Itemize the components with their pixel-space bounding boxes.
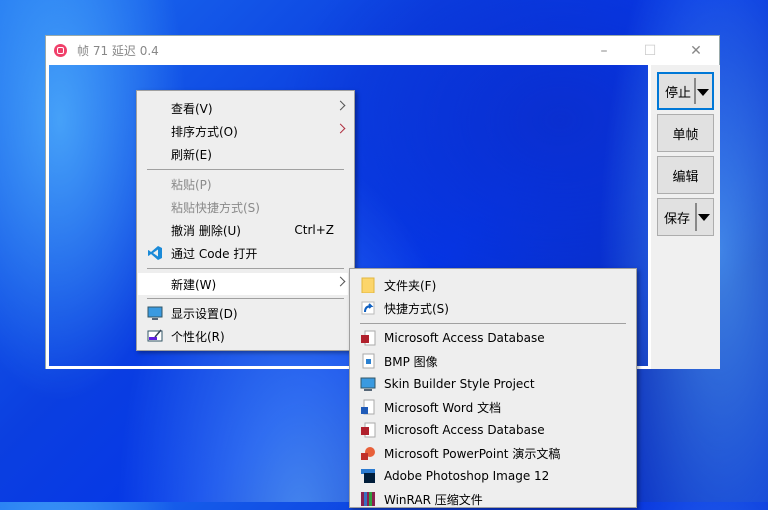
submenu-item-powerpoint[interactable]: Microsoft PowerPoint 演示文稿 <box>350 442 636 464</box>
submenu-item-folder[interactable]: 文件夹(F) <box>350 274 636 296</box>
menu-label: Adobe Photoshop Image 12 <box>384 469 550 483</box>
access-icon <box>361 330 376 346</box>
menu-label: Microsoft Word 文档 <box>384 400 502 415</box>
menu-separator <box>147 298 344 299</box>
menu-label: 通过 Code 打开 <box>171 246 258 261</box>
shortcut-text: Ctrl+Z <box>294 223 334 237</box>
access-icon <box>361 422 376 438</box>
menu-label: 文件夹(F) <box>384 278 437 293</box>
submenu-item-skin-builder[interactable]: Skin Builder Style Project <box>350 373 636 395</box>
folder-icon <box>361 277 375 293</box>
close-button[interactable]: ✕ <box>673 36 719 65</box>
new-submenu: 文件夹(F) 快捷方式(S) Microsoft Access Database… <box>349 268 637 508</box>
bmp-icon <box>362 353 375 369</box>
stop-label: 停止 <box>665 85 692 101</box>
split-divider <box>695 203 697 231</box>
menu-label: 新建(W) <box>171 277 217 292</box>
menu-separator <box>147 268 344 269</box>
menu-item-undo-delete[interactable]: 撤消 删除(U) Ctrl+Z <box>137 219 354 241</box>
menu-item-refresh[interactable]: 刷新(E) <box>137 143 354 165</box>
menu-label: Microsoft Access Database <box>384 331 545 345</box>
menu-label: 个性化(R) <box>171 329 225 344</box>
menu-label: BMP 图像 <box>384 354 438 369</box>
menu-item-new[interactable]: 新建(W) <box>138 273 348 295</box>
menu-label: 粘贴快捷方式(S) <box>171 200 260 215</box>
menu-item-view[interactable]: 查看(V) <box>137 97 354 119</box>
menu-label: 查看(V) <box>171 101 213 116</box>
vscode-icon <box>148 246 162 260</box>
menu-label: Microsoft Access Database <box>384 423 545 437</box>
menu-label: 排序方式(O) <box>171 124 238 139</box>
desktop-context-menu: 查看(V) 排序方式(O) 刷新(E) 粘贴(P) 粘贴快捷方式(S) 撤消 删… <box>136 90 355 351</box>
menu-label: 刷新(E) <box>171 147 212 162</box>
menu-item-sort[interactable]: 排序方式(O) <box>137 120 354 142</box>
personalize-icon <box>147 329 163 342</box>
stop-button[interactable]: 停止 <box>657 72 714 110</box>
title-bar[interactable]: 帧 71 延迟 0.4 – ☐ ✕ <box>46 36 719 65</box>
submenu-item-photoshop[interactable]: Adobe Photoshop Image 12 <box>350 465 636 487</box>
submenu-item-winrar[interactable]: WinRAR 压缩文件 <box>350 488 636 510</box>
display-icon <box>147 306 163 320</box>
split-divider <box>694 78 696 104</box>
edit-button[interactable]: 编辑 <box>657 156 714 194</box>
menu-label: Microsoft PowerPoint 演示文稿 <box>384 446 561 461</box>
chevron-right-icon <box>335 100 346 111</box>
shortcut-icon <box>361 301 375 315</box>
submenu-item-word[interactable]: Microsoft Word 文档 <box>350 396 636 418</box>
menu-label: Skin Builder Style Project <box>384 377 535 391</box>
dropdown-arrow-icon[interactable] <box>697 89 709 96</box>
photoshop-icon <box>361 469 375 483</box>
menu-label: 快捷方式(S) <box>384 301 449 316</box>
submenu-item-shortcut[interactable]: 快捷方式(S) <box>350 297 636 319</box>
single-frame-button[interactable]: 单帧 <box>657 114 714 152</box>
powerpoint-icon <box>361 447 375 460</box>
save-label: 保存 <box>664 211 691 227</box>
maximize-button[interactable]: ☐ <box>627 36 673 65</box>
submenu-item-access-2[interactable]: Microsoft Access Database <box>350 419 636 441</box>
monitor-icon <box>360 377 376 391</box>
menu-item-personalize[interactable]: 个性化(R) <box>137 325 354 347</box>
dropdown-arrow-icon[interactable] <box>698 214 710 221</box>
submenu-item-access[interactable]: Microsoft Access Database <box>350 327 636 349</box>
menu-label: 撤消 删除(U) <box>171 223 241 238</box>
winrar-icon <box>361 492 375 506</box>
menu-separator <box>360 323 626 324</box>
menu-label: 粘贴(P) <box>171 177 212 192</box>
chevron-right-icon <box>335 276 346 287</box>
menu-label: 显示设置(D) <box>171 306 238 321</box>
word-icon <box>361 399 375 415</box>
menu-item-paste[interactable]: 粘贴(P) <box>137 173 354 195</box>
chevron-right-icon <box>335 123 346 134</box>
save-button[interactable]: 保存 <box>657 198 714 236</box>
control-panel: 停止 单帧 编辑 保存 <box>651 65 720 369</box>
app-camera-icon <box>54 44 67 57</box>
window-title: 帧 71 延迟 0.4 <box>77 44 159 58</box>
minimize-button[interactable]: – <box>581 36 627 65</box>
menu-item-display-settings[interactable]: 显示设置(D) <box>137 302 354 324</box>
menu-separator <box>147 169 344 170</box>
menu-item-paste-shortcut[interactable]: 粘贴快捷方式(S) <box>137 196 354 218</box>
menu-item-open-with-code[interactable]: 通过 Code 打开 <box>137 242 354 264</box>
menu-label: WinRAR 压缩文件 <box>384 492 483 507</box>
submenu-item-bmp[interactable]: BMP 图像 <box>350 350 636 372</box>
